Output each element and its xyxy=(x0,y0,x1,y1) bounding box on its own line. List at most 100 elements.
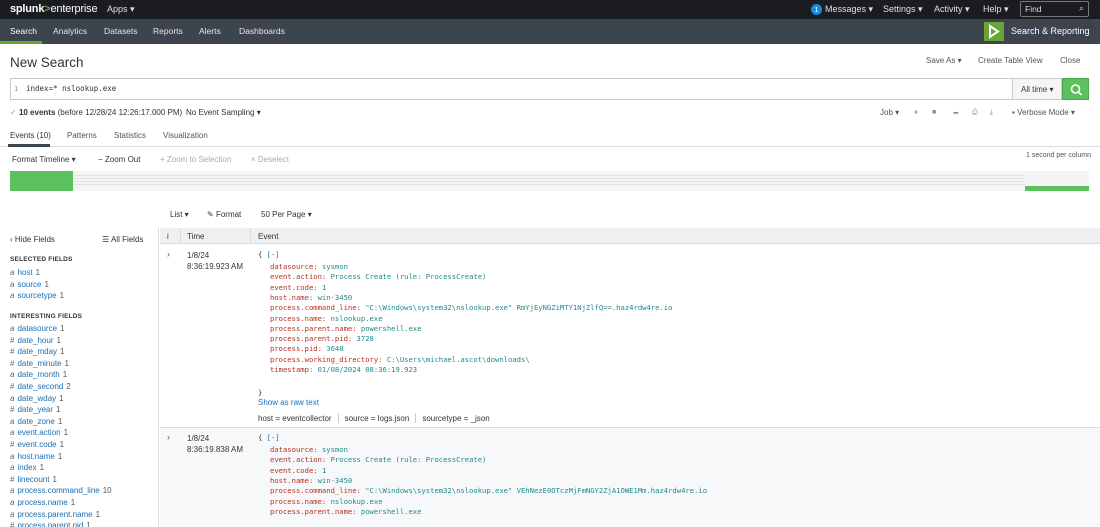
expand-chevron-icon[interactable]: › xyxy=(167,432,170,442)
show-raw-text-link[interactable]: Show as raw text xyxy=(258,398,319,407)
field-linecount[interactable]: # linecount 1 xyxy=(10,475,57,484)
event-time: 1/8/24 8:36:19.838 AM xyxy=(187,434,244,454)
field-date-mday[interactable]: # date_mday 1 xyxy=(10,347,65,356)
search-query-input[interactable] xyxy=(10,78,1013,100)
stop-icon[interactable]: ■ xyxy=(932,109,936,116)
event-field-value[interactable]: 3648 xyxy=(326,344,343,353)
event-field-value[interactable]: nslookup.exe xyxy=(331,314,383,323)
hide-fields-button[interactable]: ‹ Hide Fields xyxy=(10,235,55,244)
field-process-parent-pid[interactable]: # process.parent.pid 1 xyxy=(10,521,91,527)
field-date-wday[interactable]: a date_wday 1 xyxy=(10,394,64,403)
field-date-zone[interactable]: a date_zone 1 xyxy=(10,417,62,426)
job-menu[interactable]: Job ▾ xyxy=(880,108,899,117)
timeline-bar-end[interactable] xyxy=(1025,186,1089,191)
deselect-button[interactable]: × Deselect xyxy=(251,155,289,164)
field-date-second[interactable]: # date_second 2 xyxy=(10,382,71,391)
list-view-dropdown[interactable]: List ▾ xyxy=(170,210,189,219)
settings-menu[interactable]: Settings ▾ xyxy=(883,4,923,15)
event-json-open: { [-] xyxy=(258,250,280,259)
field-datasource[interactable]: a datasource 1 xyxy=(10,324,65,333)
zoom-out-button[interactable]: − Zoom Out xyxy=(98,155,140,164)
event-field-key: process.name: xyxy=(270,496,327,506)
event-field-value[interactable]: "C:\Windows\system32\nslookup.exe" RmYjE… xyxy=(365,303,672,312)
splunk-logo[interactable]: splunk>enterprise xyxy=(10,3,98,15)
collapse-json-toggle[interactable]: [-] xyxy=(267,433,280,442)
nav-search[interactable]: Search xyxy=(10,26,37,36)
event-field-value[interactable]: powershell.exe xyxy=(361,324,422,333)
per-page-dropdown[interactable]: 50 Per Page ▾ xyxy=(261,210,312,219)
field-sourcetype[interactable]: a sourcetype 1 xyxy=(10,291,64,300)
field-process-parent-name[interactable]: a process.parent.name 1 xyxy=(10,510,100,519)
field-event-action[interactable]: a event.action 1 xyxy=(10,428,68,437)
field-index[interactable]: a index 1 xyxy=(10,463,44,472)
meta-sourcetype[interactable]: sourcetype = _json xyxy=(422,414,489,423)
save-as-button[interactable]: Save As ▾ xyxy=(926,56,962,65)
close-button[interactable]: Close xyxy=(1060,56,1080,65)
all-fields-button[interactable]: ☰ All Fields xyxy=(102,235,143,244)
field-date-hour[interactable]: # date_hour 1 xyxy=(10,336,61,345)
event-field-value[interactable]: Process Create (rule: ProcessCreate) xyxy=(331,455,487,464)
field-date-minute[interactable]: # date_minute 1 xyxy=(10,359,69,368)
search-query-text[interactable]: index=* nslookup.exe xyxy=(26,84,116,93)
event-field-value[interactable]: win-3450 xyxy=(318,293,353,302)
field-process-name[interactable]: a process.name 1 xyxy=(10,498,75,507)
event-field-value[interactable]: Process Create (rule: ProcessCreate) xyxy=(331,272,487,281)
collapse-json-toggle[interactable]: [-] xyxy=(267,250,280,259)
search-mode-dropdown[interactable]: ▪ Verbose Mode ▾ xyxy=(1012,108,1075,117)
event-field-value[interactable]: 1 xyxy=(322,466,326,475)
event-field-value[interactable]: C:\Users\michael.ascot\downloads\ xyxy=(387,355,530,364)
nav-dashboards[interactable]: Dashboards xyxy=(239,26,285,36)
search-submit-button[interactable] xyxy=(1062,78,1089,100)
nav-datasets[interactable]: Datasets xyxy=(104,26,138,36)
event-field-key: host.name: xyxy=(270,292,314,302)
event-sampling-dropdown[interactable]: No Event Sampling ▾ xyxy=(186,108,261,117)
field-event-code[interactable]: # event.code 1 xyxy=(10,440,64,449)
apps-menu[interactable]: Apps ▾ xyxy=(107,4,135,15)
event-field-value[interactable]: 01/08/2024 08:36:19.923 xyxy=(318,365,418,374)
format-button[interactable]: ✎ Format xyxy=(207,210,241,219)
event-field-value[interactable]: 3728 xyxy=(357,334,374,343)
activity-menu[interactable]: Activity ▾ xyxy=(934,4,970,15)
event-field-value[interactable]: nslookup.exe xyxy=(331,497,383,506)
field-process-command-line[interactable]: a process.command_line 10 xyxy=(10,486,112,495)
check-icon: ✓ xyxy=(10,108,19,117)
field-source[interactable]: a source 1 xyxy=(10,280,49,289)
create-table-view-button[interactable]: Create Table View xyxy=(978,56,1043,65)
format-timeline-dropdown[interactable]: Format Timeline ▾ xyxy=(12,155,76,164)
event-field-value[interactable]: "C:\Windows\system32\nslookup.exe" VEhNe… xyxy=(365,486,707,495)
time-range-picker[interactable]: All time ▾ xyxy=(1013,78,1062,100)
nav-alerts[interactable]: Alerts xyxy=(199,26,221,36)
messages-menu[interactable]: 1 Messages ▾ xyxy=(811,4,873,15)
help-menu[interactable]: Help ▾ xyxy=(983,4,1009,15)
info-column-header: i xyxy=(167,232,169,241)
export-icon[interactable]: ⤓ xyxy=(990,109,993,117)
time-column-header[interactable]: Time xyxy=(187,232,204,241)
tab-events[interactable]: Events (10) xyxy=(10,131,51,140)
timeline-scale: 1 second per column xyxy=(1026,152,1091,159)
print-icon[interactable]: ⎙ xyxy=(972,109,978,117)
event-field-value[interactable]: 1 xyxy=(322,283,326,292)
share-icon[interactable]: ➦ xyxy=(953,109,959,117)
tab-statistics[interactable]: Statistics xyxy=(114,131,146,140)
meta-source[interactable]: source = logs.json xyxy=(345,414,410,423)
tab-visualization[interactable]: Visualization xyxy=(163,131,208,140)
find-input[interactable]: Find ⌕ xyxy=(1020,1,1089,17)
tab-patterns[interactable]: Patterns xyxy=(67,131,97,140)
pause-icon[interactable]: ⏸ xyxy=(914,109,918,117)
meta-host[interactable]: host = eventcollector xyxy=(258,414,332,423)
nav-analytics[interactable]: Analytics xyxy=(53,26,87,36)
event-field-value[interactable]: sysmon xyxy=(322,445,348,454)
event-field-value[interactable]: sysmon xyxy=(322,262,348,271)
event-field-value[interactable]: win-3450 xyxy=(318,476,353,485)
field-host[interactable]: a host 1 xyxy=(10,268,40,277)
timeline-bar-start[interactable] xyxy=(10,171,73,191)
field-date-year[interactable]: # date_year 1 xyxy=(10,405,61,414)
expand-chevron-icon[interactable]: › xyxy=(167,249,170,259)
event-field-value[interactable]: powershell.exe xyxy=(361,507,422,516)
zoom-to-selection-button[interactable]: + Zoom to Selection xyxy=(160,155,231,164)
field-date-month[interactable]: a date_month 1 xyxy=(10,370,67,379)
app-title[interactable]: Search & Reporting xyxy=(1011,26,1090,36)
nav-reports[interactable]: Reports xyxy=(153,26,183,36)
field-host-name[interactable]: a host.name 1 xyxy=(10,452,62,461)
event-field-line: process.parent.pid: 3728 xyxy=(270,334,374,344)
